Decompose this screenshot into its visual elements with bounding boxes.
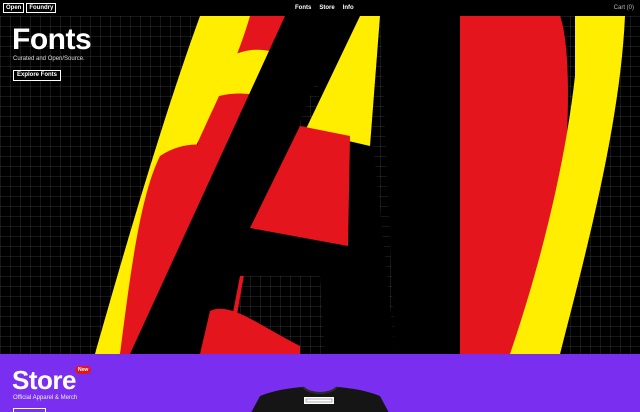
top-nav: Open Foundry Fonts Store Info Cart (0) bbox=[0, 0, 640, 16]
hero-section: Fonts Curated and Open/Source. Explore F… bbox=[0, 16, 640, 354]
explore-fonts-button[interactable]: Explore Fonts bbox=[13, 70, 62, 81]
logo[interactable]: Open Foundry bbox=[3, 3, 57, 13]
nav-link-store[interactable]: Store bbox=[319, 4, 334, 12]
main-nav: Fonts Store Info bbox=[295, 4, 354, 12]
nav-link-info[interactable]: Info bbox=[343, 4, 354, 12]
logo-word-open: Open bbox=[3, 3, 25, 13]
store-button[interactable] bbox=[13, 408, 46, 412]
hero-title: Fonts bbox=[12, 23, 92, 56]
art-red-bottom bbox=[200, 308, 300, 354]
tshirt-image[interactable] bbox=[225, 384, 415, 412]
hero-letter-artwork bbox=[95, 16, 625, 354]
store-section: Store New Official Apparel & Merch bbox=[0, 354, 640, 412]
store-title: Store bbox=[12, 365, 76, 395]
logo-word-foundry: Foundry bbox=[26, 3, 57, 13]
store-subtitle: Official Apparel & Merch bbox=[13, 395, 78, 401]
nav-link-fonts[interactable]: Fonts bbox=[295, 4, 311, 12]
art-right-stem bbox=[380, 16, 460, 354]
new-badge: New bbox=[75, 366, 92, 374]
hero-subtitle: Curated and Open/Source. bbox=[13, 56, 85, 62]
cart-link[interactable]: Cart (0) bbox=[614, 4, 634, 12]
